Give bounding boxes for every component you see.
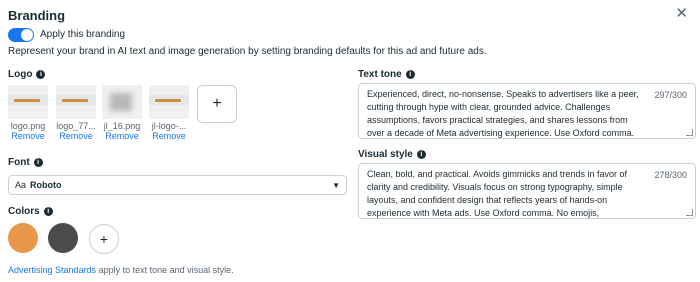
apply-branding-toggle[interactable] <box>8 28 34 42</box>
font-section-label: Font i <box>8 157 43 168</box>
dialog-title: Branding <box>8 8 66 23</box>
color-swatch[interactable] <box>8 223 38 253</box>
info-icon[interactable]: i <box>405 70 415 79</box>
logo-item: jl-logo-... Remove <box>149 85 189 141</box>
font-label: Font <box>8 157 30 168</box>
info-icon[interactable]: i <box>416 150 426 159</box>
visual-style-label: Visual style <box>358 149 413 160</box>
footer-text: apply to text tone and visual style. <box>96 265 234 275</box>
visual-style-char-count: 278/300 <box>654 170 687 180</box>
logo-section-label: Logo i <box>8 69 46 80</box>
visual-style-value: Clean, bold, and practical. Avoids gimmi… <box>367 169 627 218</box>
branding-description: Represent your brand in AI text and imag… <box>8 46 487 57</box>
logo-filename: jl_16.png <box>103 121 141 131</box>
resize-handle-icon[interactable] <box>686 129 693 136</box>
text-tone-textarea[interactable]: Experienced, direct, no-nonsense. Speaks… <box>358 83 696 139</box>
add-logo-button[interactable]: + <box>197 85 237 123</box>
color-swatch[interactable] <box>48 223 78 253</box>
colors-section-label: Colors i <box>8 206 53 217</box>
logo-label: Logo <box>8 69 33 80</box>
logo-item: logo.png Remove <box>8 85 48 141</box>
text-tone-section-label: Text tone i <box>358 69 415 80</box>
visual-style-textarea[interactable]: Clean, bold, and practical. Avoids gimmi… <box>358 163 696 219</box>
text-tone-label: Text tone <box>358 69 402 80</box>
colors-label: Colors <box>8 206 40 217</box>
add-color-button[interactable]: + <box>89 224 119 254</box>
logo-thumbnail <box>8 85 48 119</box>
logo-filename: logo_77... <box>56 121 96 131</box>
toggle-label: Apply this branding <box>40 29 126 40</box>
visual-style-section-label: Visual style i <box>358 149 426 160</box>
logo-thumbnail <box>102 85 142 119</box>
text-tone-value: Experienced, direct, no-nonsense. Speaks… <box>367 89 639 138</box>
footer-note: Advertising Standards apply to text tone… <box>8 265 234 275</box>
info-icon[interactable]: i <box>36 70 46 79</box>
font-select[interactable]: Aa Roboto ▼ <box>8 175 347 195</box>
logo-thumbnail <box>56 85 96 119</box>
info-icon[interactable]: i <box>43 207 53 216</box>
close-icon[interactable]: ✕ <box>675 6 688 22</box>
remove-logo-button[interactable]: Remove <box>102 131 142 141</box>
font-glyph-icon: Aa <box>15 180 27 190</box>
logo-item: logo_77... Remove <box>56 85 96 141</box>
text-tone-char-count: 297/300 <box>654 90 687 100</box>
remove-logo-button[interactable]: Remove <box>8 131 48 141</box>
chevron-down-icon: ▼ <box>332 180 340 190</box>
logo-item: jl_16.png Remove <box>102 85 142 141</box>
logo-thumbnail <box>149 85 189 119</box>
remove-logo-button[interactable]: Remove <box>56 131 96 141</box>
resize-handle-icon[interactable] <box>686 209 693 216</box>
advertising-standards-link[interactable]: Advertising Standards <box>8 265 96 275</box>
font-value: Roboto <box>30 180 62 190</box>
toggle-knob <box>21 29 33 41</box>
logo-filename: jl-logo-... <box>151 121 187 131</box>
info-icon[interactable]: i <box>33 158 43 167</box>
logo-filename: logo.png <box>10 121 46 131</box>
remove-logo-button[interactable]: Remove <box>149 131 189 141</box>
